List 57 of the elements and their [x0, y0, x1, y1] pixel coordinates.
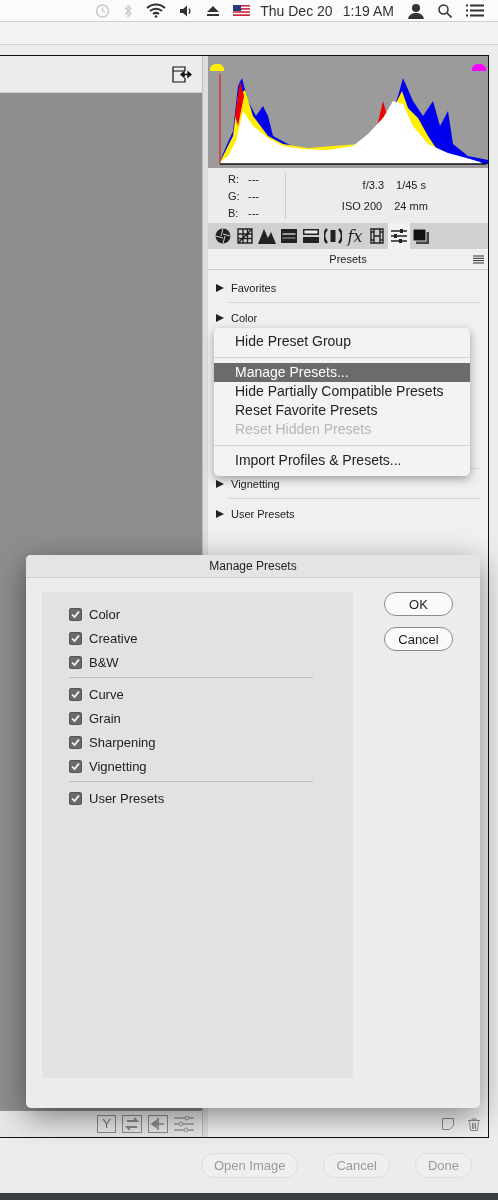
trash-icon[interactable] — [468, 1117, 480, 1131]
panel-title: Presets — [329, 253, 367, 265]
checkbox[interactable] — [69, 687, 82, 701]
checkbox-label: Grain — [89, 710, 121, 726]
search-icon[interactable] — [438, 3, 452, 18]
checkbox-label: User Presets — [89, 790, 165, 806]
wifi-icon[interactable] — [146, 3, 167, 18]
checkbox[interactable] — [69, 735, 82, 749]
cancel-button[interactable]: Cancel — [384, 627, 453, 651]
aperture-value: f/3.3 — [361, 179, 384, 191]
checkbox[interactable] — [69, 607, 82, 621]
menu-icon[interactable] — [473, 255, 484, 264]
list-icon[interactable] — [466, 4, 484, 17]
menu-date[interactable]: Thu Dec 20 — [260, 2, 333, 19]
effects-tab[interactable]: fx — [344, 223, 366, 249]
user-icon[interactable] — [408, 2, 424, 19]
checkbox-label: Creative — [89, 630, 138, 646]
arrow-left-icon[interactable] — [148, 1115, 169, 1133]
checkbox[interactable] — [69, 759, 82, 773]
focal-length-value: 24 mm — [394, 200, 428, 212]
menu-item[interactable]: Reset Favorite Presets — [214, 401, 470, 420]
checkbox-label: B&W — [89, 654, 119, 670]
channel-value: --- — [248, 189, 259, 202]
shadow-clipping-icon[interactable] — [210, 63, 224, 71]
speaker-icon[interactable] — [180, 4, 194, 17]
channel-value: --- — [248, 172, 259, 185]
preset-group[interactable]: User Presets — [216, 499, 480, 524]
channel-label: G: — [228, 189, 238, 202]
flag-icon[interactable] — [233, 5, 251, 16]
eject-icon[interactable] — [207, 5, 220, 16]
dialog-title: Manage Presets — [209, 559, 297, 573]
swap-icon[interactable] — [122, 1115, 143, 1133]
checkbox-label: Vignetting — [89, 758, 147, 774]
new-preset-icon[interactable] — [442, 1118, 454, 1130]
checkbox-label: Sharpening — [89, 734, 156, 750]
iso-value: ISO 200 — [340, 200, 383, 212]
preset-group[interactable]: Favorites — [216, 278, 480, 298]
menu-item[interactable]: Hide Partially Compatible Presets — [214, 382, 470, 401]
channel-value: --- — [248, 206, 259, 219]
menu-item[interactable]: Hide Preset Group — [214, 332, 470, 351]
channel-label: R: — [228, 172, 238, 185]
tool-tab[interactable] — [388, 223, 410, 249]
checkbox[interactable] — [69, 711, 82, 725]
menu-time[interactable]: 1:19 AM — [342, 2, 394, 19]
menu-item[interactable]: Manage Presets... — [214, 363, 470, 382]
checkbox-label: Curve — [89, 686, 124, 702]
checkbox[interactable] — [69, 791, 82, 805]
checkbox-label: Color — [89, 606, 121, 622]
ok-button[interactable]: OK — [384, 592, 453, 616]
highlight-clipping-icon[interactable] — [472, 63, 486, 71]
box-arrow-icon[interactable] — [172, 65, 193, 83]
channel-label: B: — [228, 206, 238, 219]
sliders-icon[interactable] — [174, 1116, 195, 1132]
checkbox[interactable] — [69, 655, 82, 669]
menu-item[interactable]: Import Profiles & Presets... — [214, 451, 470, 470]
shutter-value: 1/45 s — [396, 179, 426, 191]
checkbox[interactable] — [69, 631, 82, 645]
